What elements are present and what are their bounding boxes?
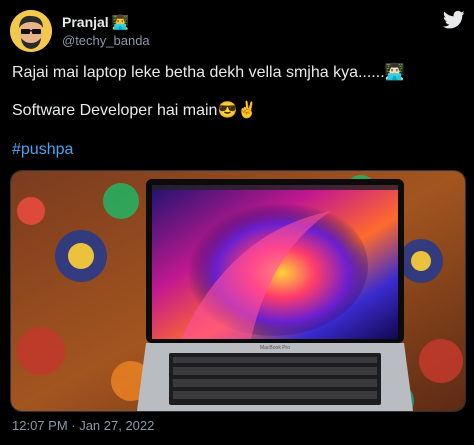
- tweet-card: Pranjal 👨‍💻 @techy_banda Rajai mai laptop…: [0, 0, 474, 445]
- avatar[interactable]: [10, 10, 52, 52]
- author-handle[interactable]: @techy_banda: [62, 33, 150, 48]
- tweet-timestamp[interactable]: 12:07 PM · Jan 27, 2022: [12, 418, 154, 433]
- laptop-brand-label: MacBook Pro: [260, 345, 290, 351]
- twitter-bird-icon[interactable]: [442, 10, 465, 30]
- hashtag-link[interactable]: #pushpa: [12, 141, 73, 159]
- tweet-media-image[interactable]: MacBook Pro: [10, 170, 466, 412]
- author-name-text: Pranjal: [62, 14, 109, 30]
- tweet-text-line-2: Software Developer hai main😎✌️: [12, 102, 258, 119]
- technologist-emoji: 👨‍💻: [111, 14, 130, 30]
- tweet-text-line-1: Rajai mai laptop leke betha dekh vella s…: [12, 64, 405, 81]
- author-name[interactable]: Pranjal 👨‍💻: [62, 14, 129, 31]
